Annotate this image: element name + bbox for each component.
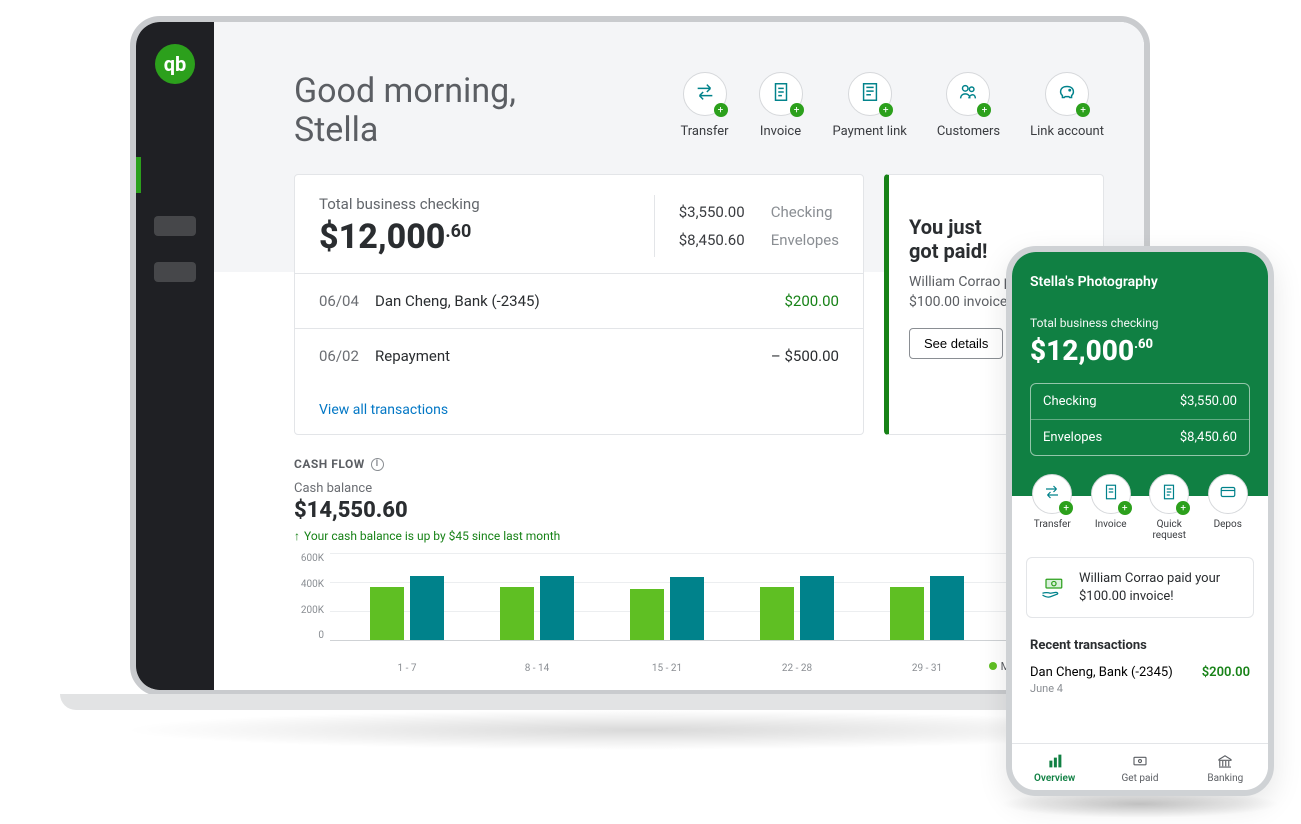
chart-bar [670,577,704,640]
phone-balance-amount: $12,000.60 [1030,334,1250,367]
envelopes-label: Envelopes [771,231,839,249]
chart-bar [930,576,964,641]
phone-balance-title: Total business checking [1030,316,1250,330]
phone-transaction-row[interactable]: Dan Cheng, Bank (-2345) $200.00 [1030,665,1250,680]
transfer-icon [694,81,716,107]
phone-balance-breakdown: Checking $3,550.00 Envelopes $8,450.60 [1030,383,1250,456]
tx-date: 06/04 [319,292,375,310]
transaction-row[interactable]: 06/02 Repayment – $500.00 [295,328,863,383]
transaction-row[interactable]: 06/04 Dan Cheng, Bank (-2345) $200.00 [295,273,863,328]
overview-icon [1046,752,1064,770]
view-all-transactions-link[interactable]: View all transactions [319,402,448,418]
phone-tx-amount: $200.00 [1202,665,1250,680]
greeting-line1: Good morning, [294,71,516,111]
get-paid-icon [1131,752,1149,770]
qb-logo: qb [155,44,195,84]
sidebar-item[interactable] [154,216,196,236]
phone-checking-label: Checking [1043,394,1097,409]
tx-date: 06/02 [319,347,375,365]
piggy-bank-icon [1056,81,1078,107]
tab-banking[interactable]: Banking [1183,744,1268,790]
chart-bar [630,589,664,640]
chart-bar [500,587,534,640]
phone-tx-desc: Dan Cheng, Bank (-2345) [1030,665,1173,680]
sidebar-item[interactable] [154,262,196,282]
cashflow-section: CASH FLOW i Cash balance $14,550.60 ↑You… [214,435,1144,663]
card-icon [1219,483,1237,505]
sidebar: qb [136,22,214,690]
qa-label: Link account [1030,124,1104,139]
recent-transactions-heading: Recent transactions [1030,638,1250,653]
customers-action[interactable]: + Customers [937,72,1000,139]
phone-app-title: Stella's Photography [1030,274,1250,290]
chart-bar [540,576,574,641]
cashflow-heading: CASH FLOW i [294,457,1104,471]
money-hand-icon [1039,574,1067,602]
phone-tx-date: June 4 [1030,682,1250,695]
envelopes-amount: $8,450.60 [679,231,761,249]
qa-label: Invoice [760,124,801,139]
balance-title: Total business checking [319,195,654,213]
qa-label: Customers [937,124,1000,139]
phone-envelopes-label: Envelopes [1043,430,1102,445]
phone-mockup: Stella's Photography Total business chec… [1006,246,1274,796]
phone-envelopes-amount: $8,450.60 [1180,430,1237,445]
checking-label: Checking [771,203,833,221]
invoice-icon [770,81,792,107]
payment-link-action[interactable]: + Payment link [833,72,907,139]
phone-tab-bar: Overview Get paid Banking [1012,743,1268,790]
greeting: Good morning, Stella [294,72,516,150]
invoice-icon [1102,483,1120,505]
receipt-icon [1160,483,1178,505]
cashflow-sub: Cash balance [294,481,1104,496]
customers-icon [957,81,979,107]
greeting-line2: Stella [294,110,378,150]
cashflow-amount: $14,550.60 [294,498,1104,523]
payment-link-icon [859,81,881,107]
tx-amount: $200.00 [784,292,839,310]
cashflow-delta: ↑Your cash balance is up by $45 since la… [294,529,1104,543]
tx-amount: – $500.00 [771,347,839,365]
banking-icon [1216,752,1234,770]
tx-desc: Dan Cheng, Bank (-2345) [375,292,784,310]
balance-amount: $12,000.60 [319,217,654,257]
phone-notice-text: William Corrao paid your $100.00 invoice… [1079,570,1241,605]
chart-bar [760,587,794,640]
phone-checking-amount: $3,550.00 [1180,394,1237,409]
chart-bar [890,587,924,640]
tab-overview[interactable]: Overview [1012,744,1097,790]
see-details-button[interactable]: See details [909,328,1003,359]
transfer-icon [1043,483,1061,505]
cashflow-chart: 600K400K200K0 1 - 78 - 1415 - 2122 - 282… [294,553,1104,663]
qa-label: Transfer [680,124,728,139]
sidebar-active-indicator [136,157,141,193]
phone-payment-notice[interactable]: William Corrao paid your $100.00 invoice… [1026,557,1254,618]
info-icon[interactable]: i [371,458,384,471]
tx-desc: Repayment [375,347,771,365]
transfer-action[interactable]: + Transfer [680,72,728,139]
balance-card: Total business checking $12,000.60 $3,55… [294,174,864,435]
link-account-action[interactable]: + Link account [1030,72,1104,139]
checking-amount: $3,550.00 [679,203,761,221]
invoice-action[interactable]: + Invoice [759,72,803,139]
chart-bar [370,587,404,640]
tab-get-paid[interactable]: Get paid [1097,744,1182,790]
quick-actions: + Transfer + Invoice + Payment link + Cu… [680,72,1104,139]
chart-bar [800,576,834,641]
chart-bar [410,576,444,641]
qa-label: Payment link [833,124,907,139]
